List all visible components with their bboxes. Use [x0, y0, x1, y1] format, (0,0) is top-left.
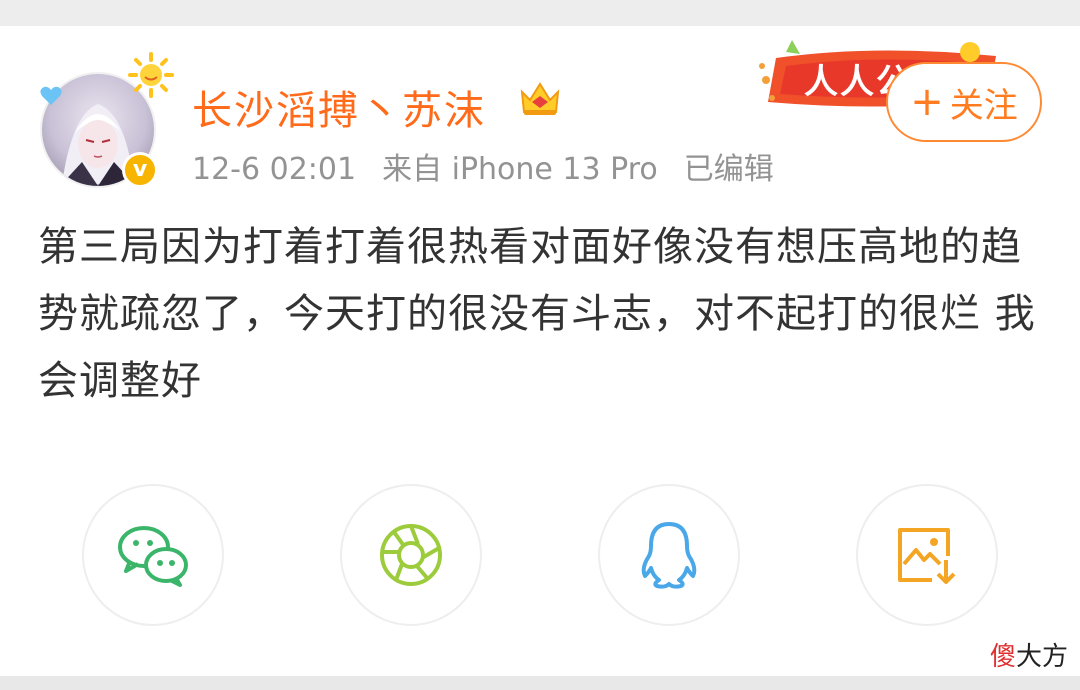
edited-label[interactable]: 已编辑: [684, 152, 774, 187]
qq-icon: [641, 522, 697, 589]
post-source[interactable]: 来自 iPhone 13 Pro: [382, 152, 658, 187]
share-moments-button[interactable]: [340, 484, 482, 626]
watermark-rest: 大方: [1016, 642, 1069, 672]
sun-icon: [128, 52, 174, 98]
post-time: 12-6 02:01: [192, 152, 357, 187]
crown-icon: [520, 82, 560, 115]
wechat-icon: [118, 526, 188, 587]
follow-label: 关注: [949, 85, 1018, 126]
save-image-button[interactable]: [856, 484, 998, 626]
watermark-first-char: 傻: [990, 642, 1017, 672]
plus-icon: +: [910, 79, 944, 125]
share-wechat-button[interactable]: [82, 484, 224, 626]
username[interactable]: 长沙滔搏丶苏沫: [192, 78, 486, 136]
verified-badge-icon: v: [122, 152, 158, 188]
save-image-icon: [898, 528, 956, 584]
post-content: 第三局因为打着打着很热看对面好像没有想压高地的趋势就疏忽了，今天打的很没有斗志，…: [38, 224, 1036, 404]
watermark: 傻大方: [990, 636, 1068, 673]
share-qq-button[interactable]: [598, 484, 740, 626]
post-meta: 12-6 02:01 来自 iPhone 13 Pro 已编辑: [192, 144, 800, 188]
moments-icon: [380, 524, 442, 586]
bottom-separator: [0, 676, 1080, 690]
user-avatar[interactable]: v: [40, 52, 174, 188]
heart-icon: [40, 86, 62, 105]
top-separator: [0, 0, 1080, 26]
follow-button[interactable]: + 关注: [886, 62, 1042, 142]
